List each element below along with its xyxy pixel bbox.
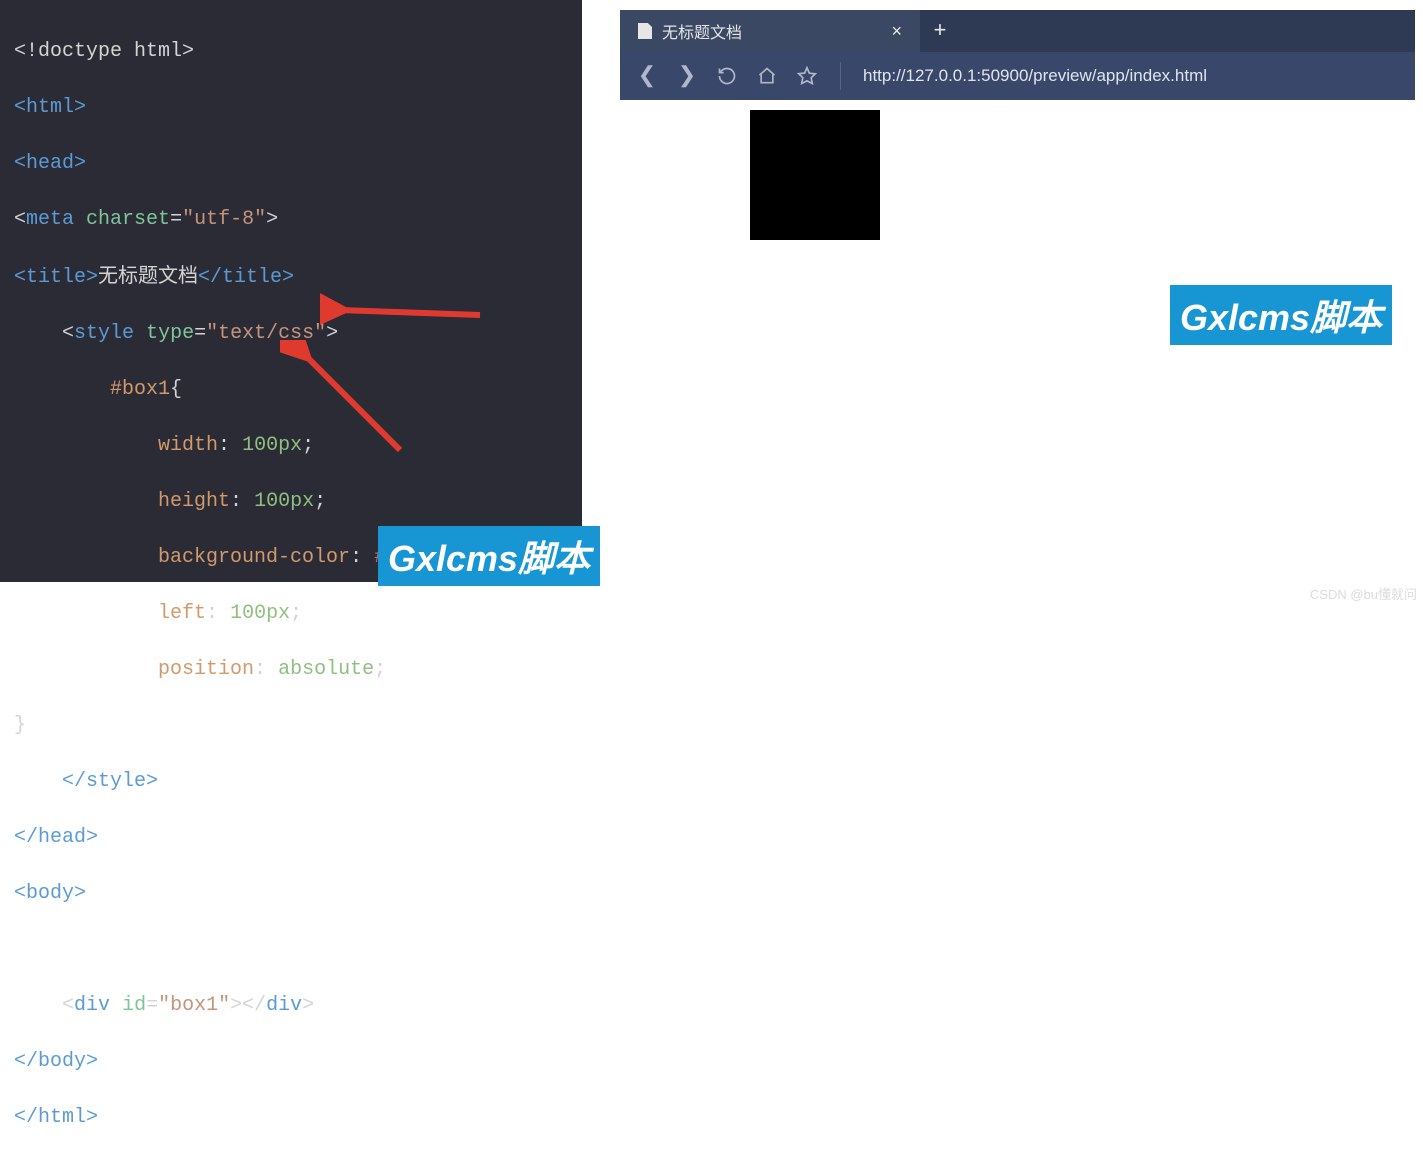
- code-doctype: <!doctype html>: [14, 40, 194, 63]
- code-html-open: <html>: [14, 96, 86, 119]
- divider: [840, 62, 841, 90]
- new-tab-button[interactable]: +: [920, 10, 960, 52]
- address-bar: ❮ ❯ http://127.0.0.1:50900/preview/app/i…: [620, 52, 1415, 100]
- watermark-csdn: CSDN @bu懂就问: [1310, 584, 1417, 603]
- close-tab-button[interactable]: ×: [891, 21, 902, 42]
- code-title-text: 无标题文档: [98, 265, 198, 287]
- box1: [750, 110, 880, 240]
- code-head-open: <head>: [14, 152, 86, 175]
- document-icon: [638, 23, 652, 39]
- page-viewport: [620, 100, 1415, 590]
- favorite-button[interactable]: [796, 66, 818, 86]
- forward-button[interactable]: ❯: [676, 63, 698, 89]
- tab-strip: 无标题文档 × +: [620, 10, 1415, 52]
- reload-button[interactable]: [716, 66, 738, 86]
- tab-title: 无标题文档: [662, 19, 742, 43]
- browser-tab[interactable]: 无标题文档 ×: [620, 10, 920, 52]
- url-field[interactable]: http://127.0.0.1:50900/preview/app/index…: [863, 66, 1207, 86]
- watermark-blue-right: Gxlcms脚本: [1170, 285, 1392, 345]
- home-button[interactable]: [756, 66, 778, 86]
- back-button[interactable]: ❮: [636, 63, 658, 89]
- watermark-blue-left: Gxlcms脚本: [378, 526, 600, 586]
- code-editor: <!doctype html> <html> <head> <meta char…: [0, 0, 582, 582]
- code-selector: #box1: [110, 378, 170, 401]
